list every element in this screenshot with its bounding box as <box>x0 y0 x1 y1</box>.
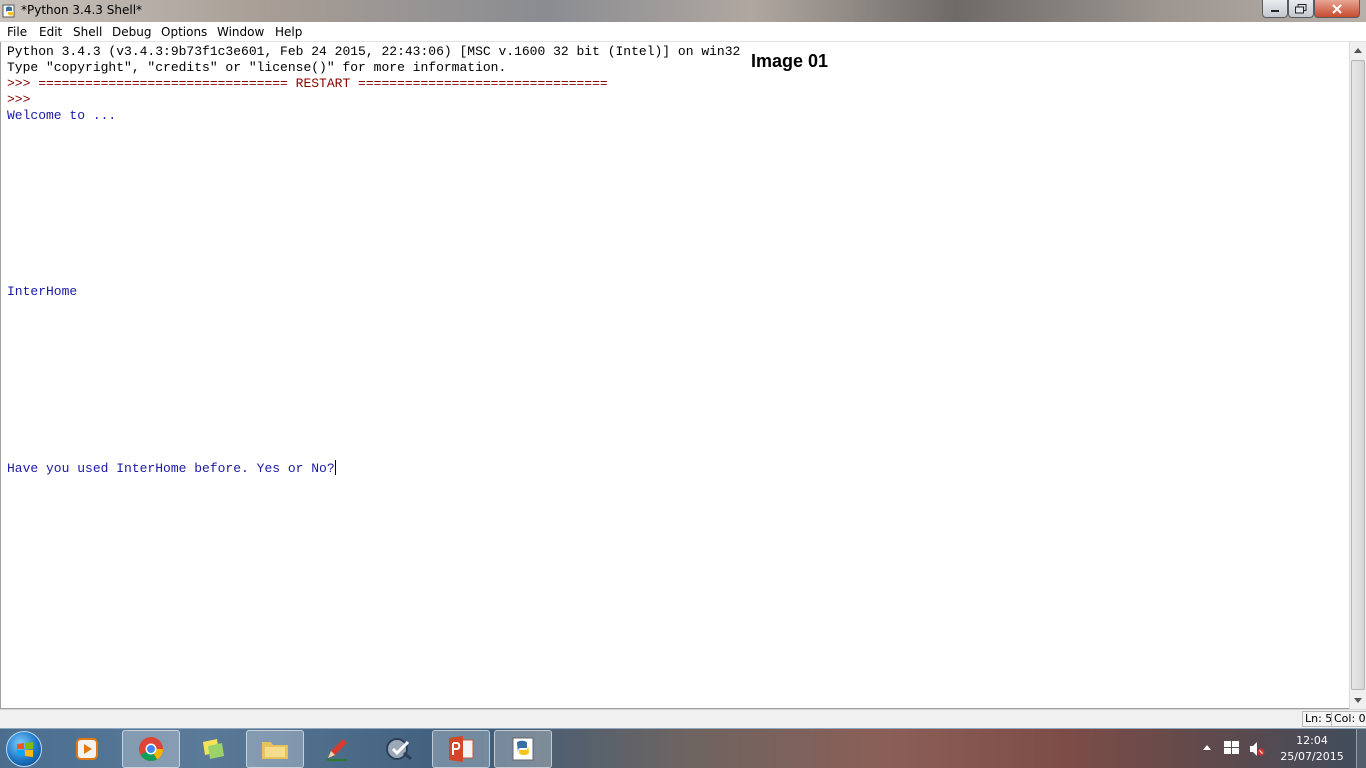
windows-logo-icon <box>17 742 33 757</box>
prompt-line: >>> <box>7 92 39 107</box>
scroll-down-button[interactable] <box>1350 692 1366 709</box>
banner-line: Python 3.4.3 (v3.4.3:9b73f1c3e601, Feb 2… <box>7 44 741 59</box>
vpn-app-icon[interactable] <box>370 730 428 768</box>
menu-file[interactable]: File <box>7 25 27 39</box>
restore-button[interactable] <box>1288 0 1314 18</box>
python-idle-icon[interactable] <box>2 3 18 19</box>
restart-line: >>> ================================ RES… <box>7 76 608 91</box>
menu-help[interactable]: Help <box>275 25 302 39</box>
menu-options[interactable]: Options <box>161 25 207 39</box>
info-line: Type "copyright", "credits" or "license(… <box>7 60 507 75</box>
menu-bar: File Edit Shell Debug Options Window Hel… <box>0 22 1366 42</box>
start-button[interactable] <box>6 731 42 767</box>
clock-date: 25/07/2015 <box>1280 750 1344 763</box>
output-question: Have you used InterHome before. Yes or N… <box>7 460 336 476</box>
minimize-icon <box>1271 9 1279 12</box>
minimize-button[interactable] <box>1262 0 1288 18</box>
close-button[interactable] <box>1314 0 1360 18</box>
chrome-icon[interactable] <box>122 730 180 768</box>
pen-app-icon[interactable] <box>308 730 366 768</box>
image-label: Image 01 <box>751 51 829 71</box>
window-title: *Python 3.4.3 Shell* <box>21 3 143 17</box>
question-text: Have you used InterHome before. Yes or N… <box>7 461 335 476</box>
status-bar: Ln: 5 Col: 0 <box>0 709 1366 728</box>
show-desktop-button[interactable] <box>1356 729 1366 768</box>
menu-window[interactable]: Window <box>217 25 264 39</box>
vertical-scrollbar[interactable] <box>1349 42 1366 709</box>
title-bar: *Python 3.4.3 Shell* <box>0 0 1366 22</box>
powerpoint-icon[interactable] <box>432 730 490 768</box>
shell-text-area[interactable]: Python 3.4.3 (v3.4.3:9b73f1c3e601, Feb 2… <box>0 42 1349 709</box>
volume-muted-icon[interactable] <box>1249 741 1265 762</box>
arrow-up-icon <box>1354 48 1362 53</box>
taskbar: 12:04 25/07/2015 <box>0 728 1366 768</box>
close-icon <box>1332 3 1342 14</box>
menu-shell[interactable]: Shell <box>73 25 102 39</box>
clock-time: 12:04 <box>1296 734 1328 747</box>
scroll-thumb[interactable] <box>1351 60 1365 690</box>
output-welcome: Welcome to ... <box>7 108 117 123</box>
text-cursor <box>334 460 336 475</box>
scroll-up-button[interactable] <box>1350 42 1366 59</box>
status-column: Col: 0 <box>1331 711 1366 727</box>
tray-expand-icon[interactable] <box>1202 741 1212 759</box>
arrow-down-icon <box>1354 698 1362 703</box>
paint-tiles-icon[interactable] <box>184 730 242 768</box>
file-explorer-icon[interactable] <box>246 730 304 768</box>
python-idle-icon[interactable] <box>494 730 552 768</box>
action-center-icon[interactable] <box>1224 741 1240 760</box>
menu-edit[interactable]: Edit <box>39 25 62 39</box>
media-player-icon[interactable] <box>58 730 116 768</box>
restore-icon <box>1295 3 1307 13</box>
system-clock[interactable]: 12:04 25/07/2015 <box>1278 733 1346 765</box>
menu-debug[interactable]: Debug <box>112 25 151 39</box>
output-interhome: InterHome <box>7 284 78 299</box>
